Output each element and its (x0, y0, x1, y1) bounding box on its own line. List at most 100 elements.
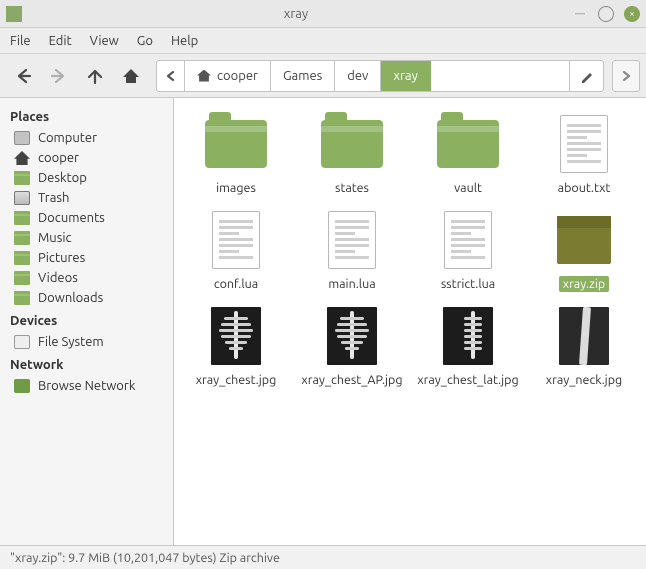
file-item[interactable]: main.lua (294, 204, 410, 292)
text-file-icon (560, 115, 608, 173)
breadcrumb-label: cooper (217, 69, 258, 83)
edit-path-button[interactable] (569, 61, 603, 91)
file-item[interactable]: conf.lua (178, 204, 294, 292)
up-button[interactable] (78, 59, 112, 93)
sidebar-header-places: Places (0, 104, 173, 128)
file-label: xray_neck.jpg (542, 372, 626, 388)
sidebar-item-file-system[interactable]: File System (0, 332, 173, 352)
chevron-right-icon (621, 71, 631, 81)
breadcrumb-label: Games (283, 69, 322, 83)
sidebar-item-label: Desktop (38, 171, 87, 185)
file-item[interactable]: xray_chest.jpg (178, 300, 294, 388)
sidebar-item-label: Documents (38, 211, 105, 225)
maximize-button[interactable] (598, 6, 614, 22)
pathbar: cooper Games dev xray (156, 60, 604, 92)
file-item[interactable]: states (294, 108, 410, 196)
file-item[interactable]: xray_chest_lat.jpg (410, 300, 526, 388)
window-title: xray (30, 7, 562, 21)
trash-icon (14, 191, 30, 205)
xray-image-icon (327, 307, 377, 365)
sidebar-item-videos[interactable]: Videos (0, 268, 173, 288)
file-label: main.lua (324, 276, 379, 292)
menu-edit[interactable]: Edit (49, 34, 72, 48)
text-file-icon (444, 211, 492, 269)
home-button[interactable] (114, 59, 148, 93)
sidebar-item-label: Videos (38, 271, 78, 285)
breadcrumb-games[interactable]: Games (271, 61, 335, 91)
text-file-icon (328, 211, 376, 269)
back-button[interactable] (6, 59, 40, 93)
breadcrumb-dev[interactable]: dev (335, 61, 381, 91)
sidebar-item-label: Trash (38, 191, 69, 205)
path-toggle-button[interactable] (157, 61, 185, 91)
menubar: File Edit View Go Help (0, 28, 646, 54)
file-item[interactable]: xray.zip (526, 204, 642, 292)
sidebar-item-desktop[interactable]: Desktop (0, 168, 173, 188)
breadcrumb-home[interactable]: cooper (185, 61, 271, 91)
arrow-right-icon (50, 67, 68, 85)
statusbar: "xray.zip": 9.7 MiB (10,201,047 bytes) Z… (0, 545, 646, 569)
sidebar-item-label: Downloads (38, 291, 103, 305)
computer-icon (14, 131, 30, 145)
file-icon-view[interactable]: images states vault about.txt conf.lua main.l… (174, 98, 646, 545)
sidebar-item-label: File System (38, 335, 104, 349)
pencil-icon (580, 69, 594, 83)
file-label: conf.lua (210, 276, 262, 292)
menu-help[interactable]: Help (171, 34, 198, 48)
sidebar-item-music[interactable]: Music (0, 228, 173, 248)
arrow-up-icon (86, 67, 104, 85)
home-icon (122, 67, 140, 85)
file-item[interactable]: xray_neck.jpg (526, 300, 642, 388)
app-icon (6, 6, 22, 22)
titlebar: xray — × (0, 0, 646, 28)
folder-icon (437, 120, 499, 168)
sidebar-item-pictures[interactable]: Pictures (0, 248, 173, 268)
folder-icon (14, 271, 30, 285)
file-item[interactable]: xray_chest_AP.jpg (294, 300, 410, 388)
sidebar-item-trash[interactable]: Trash (0, 188, 173, 208)
file-label: images (212, 180, 260, 196)
file-item[interactable]: images (178, 108, 294, 196)
file-item[interactable]: vault (410, 108, 526, 196)
sidebar-item-label: Music (38, 231, 72, 245)
sidebar-item-computer[interactable]: Computer (0, 128, 173, 148)
toolbar-overflow-button[interactable] (612, 60, 640, 92)
xray-image-icon (211, 307, 261, 365)
disk-icon (14, 335, 30, 349)
file-item[interactable]: sstrict.lua (410, 204, 526, 292)
file-label: vault (450, 180, 486, 196)
folder-icon (205, 120, 267, 168)
sidebar-header-devices: Devices (0, 308, 173, 332)
sidebar-item-browse-network[interactable]: Browse Network (0, 376, 173, 396)
xray-image-icon (443, 307, 493, 365)
menu-file[interactable]: File (10, 34, 31, 48)
breadcrumb-label: xray (393, 69, 417, 83)
sidebar-item-label: Computer (38, 131, 97, 145)
minimize-button[interactable]: — (572, 6, 588, 22)
sidebar-item-label: cooper (38, 151, 79, 165)
net-icon (14, 379, 30, 393)
forward-button[interactable] (42, 59, 76, 93)
home-icon (197, 70, 211, 82)
breadcrumb-xray[interactable]: xray (381, 61, 430, 91)
file-item[interactable]: about.txt (526, 108, 642, 196)
archive-icon (557, 216, 611, 264)
sidebar-item-downloads[interactable]: Downloads (0, 288, 173, 308)
text-file-icon (212, 211, 260, 269)
breadcrumb-label: dev (347, 69, 368, 83)
sidebar-item-documents[interactable]: Documents (0, 208, 173, 228)
close-button[interactable]: × (624, 6, 640, 22)
file-label: xray_chest_lat.jpg (413, 372, 522, 388)
file-label: xray_chest.jpg (192, 372, 281, 388)
file-label: states (331, 180, 373, 196)
menu-go[interactable]: Go (137, 34, 153, 48)
menu-view[interactable]: View (90, 34, 119, 48)
toolbar: cooper Games dev xray (0, 54, 646, 98)
file-label: xray.zip (559, 276, 609, 292)
folder-icon (14, 171, 30, 185)
folder-icon (14, 211, 30, 225)
file-label: xray_chest_AP.jpg (297, 372, 406, 388)
folder-icon (14, 231, 30, 245)
sidebar-item-cooper[interactable]: cooper (0, 148, 173, 168)
xray-image-icon (559, 307, 609, 365)
